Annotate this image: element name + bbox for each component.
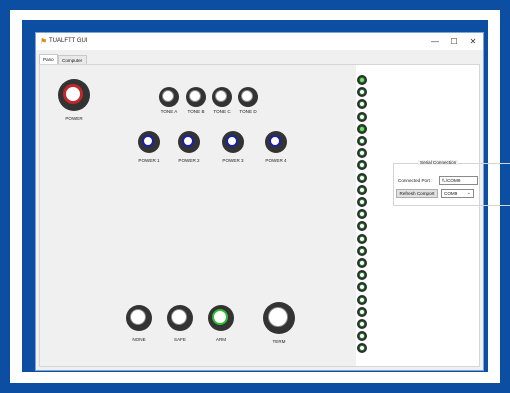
power-1-button[interactable] bbox=[138, 131, 160, 153]
tone-d-button[interactable] bbox=[238, 87, 258, 107]
button-face bbox=[215, 90, 227, 102]
status-led bbox=[357, 209, 367, 220]
comport-select[interactable]: COM9 ⌄ bbox=[441, 189, 474, 198]
status-led bbox=[357, 99, 367, 110]
app-window: ⚑ TUALFTT GUI — ☐ ✕ Pano Computer POWER … bbox=[36, 33, 510, 370]
connected-port-label: Connected Port : bbox=[398, 178, 433, 183]
tab-page-pano: POWER TONE A TONE B TONE C TONE D POWER … bbox=[39, 64, 510, 367]
power-1-label: POWER 1 bbox=[138, 158, 160, 163]
power-button[interactable] bbox=[58, 79, 90, 111]
button-face bbox=[226, 135, 238, 147]
status-led bbox=[357, 306, 367, 317]
button-face bbox=[269, 135, 281, 147]
power-4-button[interactable] bbox=[265, 131, 287, 153]
tone-d-label: TONE D bbox=[239, 109, 257, 114]
serial-connection-group: Serial Connection Connected Port : \\.\C… bbox=[393, 160, 510, 206]
status-led bbox=[357, 233, 367, 244]
status-led bbox=[357, 258, 367, 268]
power-4-label: POWER 4 bbox=[265, 158, 287, 163]
flag-icon: ⚑ bbox=[40, 37, 48, 46]
power-3-button[interactable] bbox=[222, 131, 244, 153]
window-title: TUALFTT GUI bbox=[49, 38, 88, 44]
status-led bbox=[357, 331, 367, 342]
refresh-comport-button[interactable]: Refresh Comport bbox=[396, 189, 438, 198]
status-led bbox=[357, 111, 367, 122]
status-led bbox=[357, 343, 367, 354]
status-led bbox=[357, 294, 367, 305]
power-3-label: POWER 3 bbox=[222, 158, 244, 163]
status-led bbox=[357, 172, 367, 183]
term-button[interactable] bbox=[263, 302, 295, 334]
safe-label: SAFE bbox=[174, 337, 186, 342]
serial-connection-title: Serial Connection bbox=[418, 160, 459, 165]
power-2-button[interactable] bbox=[178, 131, 200, 153]
tab-computer[interactable]: Computer bbox=[58, 55, 87, 64]
status-led bbox=[357, 75, 367, 85]
button-face bbox=[162, 90, 174, 102]
tone-a-button[interactable] bbox=[159, 87, 179, 107]
tone-a-label: TONE A bbox=[160, 109, 178, 114]
status-led bbox=[357, 184, 367, 195]
none-button[interactable] bbox=[126, 305, 152, 331]
status-led bbox=[357, 87, 367, 98]
power-label: POWER bbox=[65, 116, 83, 121]
close-button[interactable]: ✕ bbox=[465, 35, 481, 48]
safe-button[interactable] bbox=[167, 305, 193, 331]
status-led bbox=[357, 136, 367, 146]
button-face bbox=[189, 90, 201, 102]
status-led bbox=[357, 160, 367, 171]
button-face bbox=[130, 309, 146, 325]
status-led bbox=[357, 148, 367, 159]
title-bar[interactable]: ⚑ TUALFTT GUI — ☐ ✕ bbox=[36, 33, 483, 50]
status-led bbox=[357, 319, 367, 329]
status-led bbox=[357, 123, 367, 134]
control-panel: POWER TONE A TONE B TONE C TONE D POWER … bbox=[40, 65, 356, 366]
connected-port-field[interactable]: \\.\COM9 bbox=[439, 176, 478, 185]
power-2-label: POWER 2 bbox=[178, 158, 200, 163]
none-label: NONE bbox=[132, 337, 146, 342]
maximize-button[interactable]: ☐ bbox=[446, 35, 462, 48]
comport-select-value: COM9 bbox=[444, 191, 458, 196]
status-led bbox=[357, 197, 367, 207]
button-face bbox=[182, 135, 194, 147]
term-label: TERM bbox=[272, 339, 286, 344]
tab-pano[interactable]: Pano bbox=[39, 54, 58, 64]
status-led bbox=[357, 270, 367, 281]
status-led bbox=[357, 245, 367, 256]
arm-label: ARM bbox=[215, 337, 227, 342]
button-face bbox=[241, 90, 253, 102]
tone-c-button[interactable] bbox=[212, 87, 232, 107]
button-face bbox=[63, 84, 83, 104]
button-face bbox=[171, 309, 187, 325]
status-led bbox=[357, 282, 367, 293]
arm-button[interactable] bbox=[208, 305, 234, 331]
chevron-down-icon: ⌄ bbox=[466, 190, 471, 196]
button-face bbox=[268, 307, 288, 327]
tone-b-button[interactable] bbox=[186, 87, 206, 107]
minimize-button[interactable]: — bbox=[427, 35, 443, 48]
button-face bbox=[212, 309, 228, 325]
status-led bbox=[357, 221, 367, 232]
button-face bbox=[142, 135, 154, 147]
